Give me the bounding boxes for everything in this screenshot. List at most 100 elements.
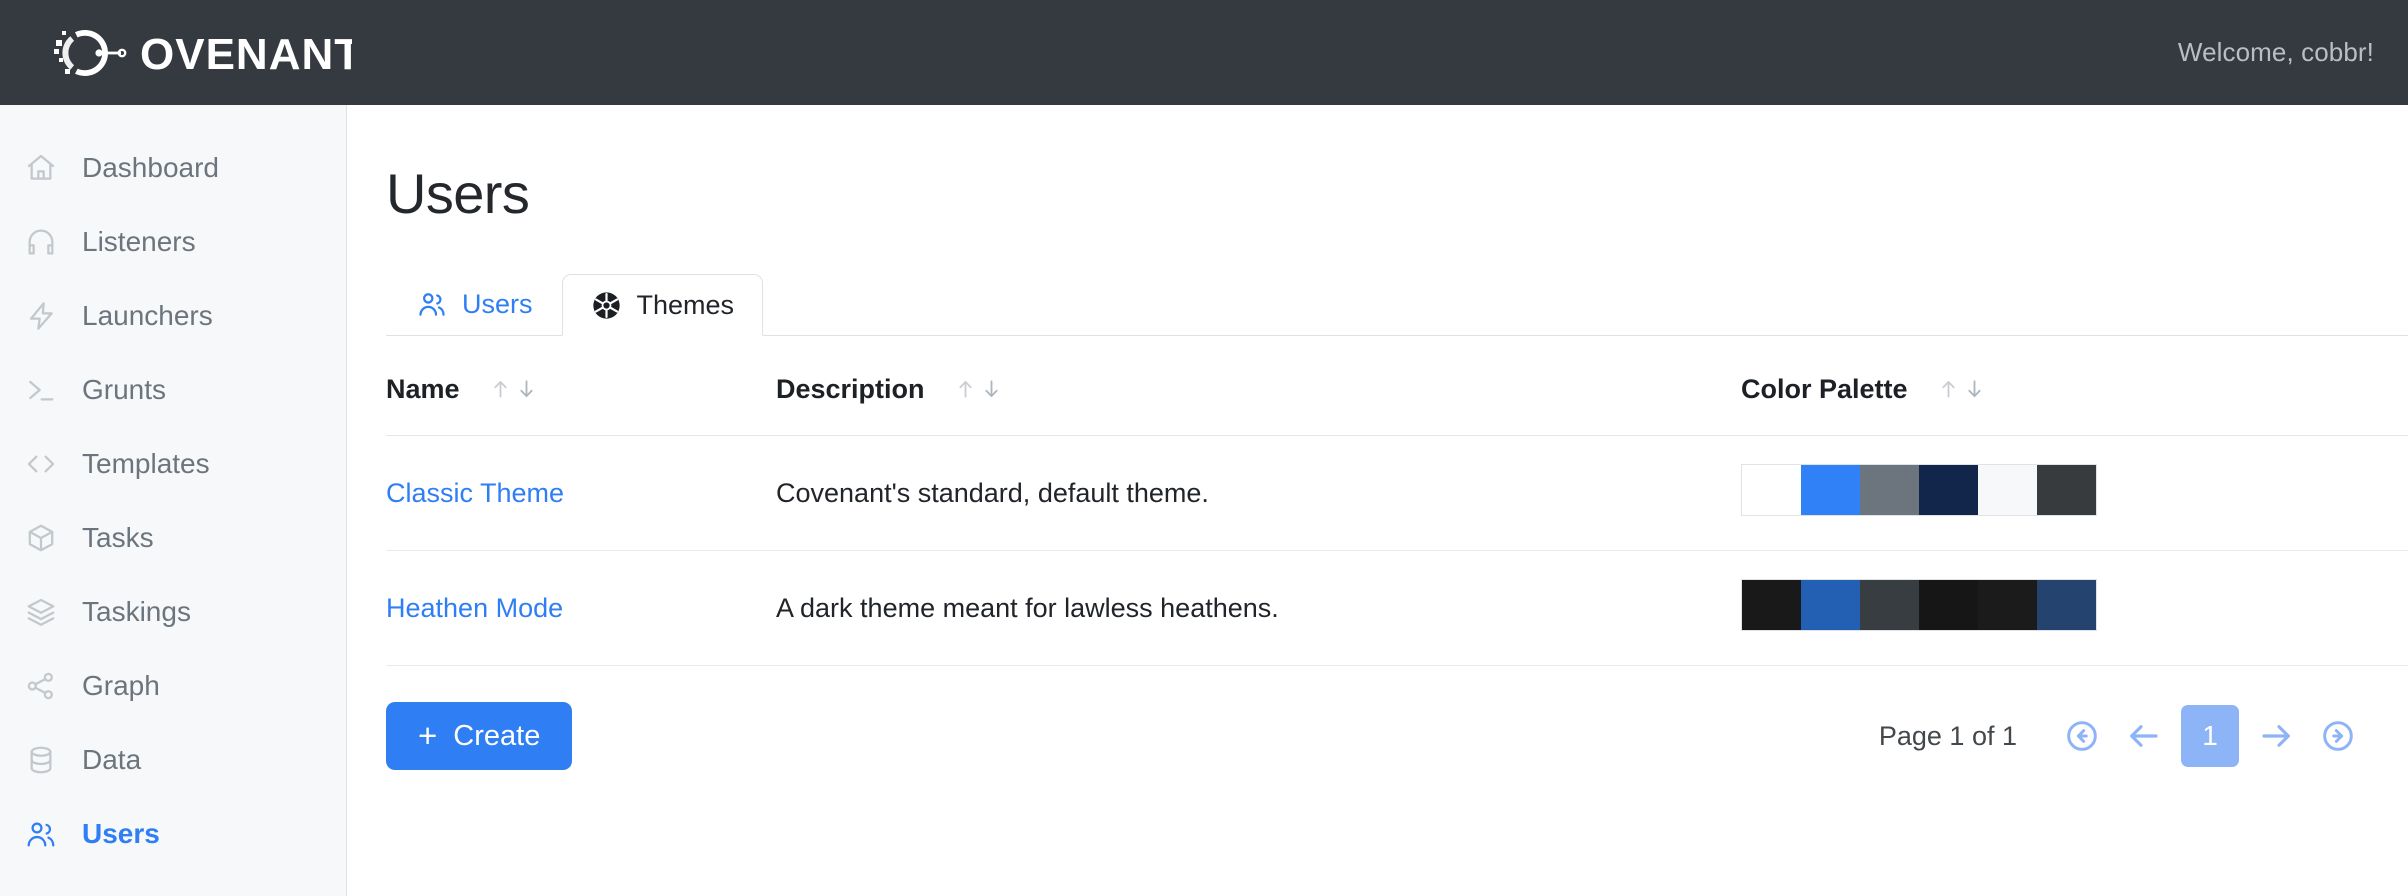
users-icon (416, 288, 448, 320)
sidebar-item-grunts[interactable]: Grunts (0, 353, 346, 427)
terminal-icon (22, 371, 60, 409)
sidebar: Dashboard Listeners Launchers Grunts Tem (0, 105, 347, 896)
column-header-label: Name (386, 374, 460, 404)
sidebar-item-templates[interactable]: Templates (0, 427, 346, 501)
table-row: Classic Theme Covenant's standard, defau… (386, 435, 2408, 551)
users-icon (22, 815, 60, 853)
theme-palette-cell (1741, 435, 2408, 551)
color-swatch (1742, 580, 1801, 630)
next-page-button[interactable] (2245, 705, 2307, 767)
sidebar-item-label: Taskings (82, 596, 191, 627)
covenant-logo-icon: OVENANT (54, 29, 352, 79)
color-swatch (1860, 580, 1919, 630)
pagination: Page 1 of 1 1 (1879, 705, 2369, 767)
previous-page-button[interactable] (2113, 705, 2175, 767)
sidebar-item-label: Dashboard (82, 152, 219, 183)
color-swatch (2037, 580, 2096, 630)
column-header-label: Color Palette (1741, 374, 1908, 404)
sidebar-item-graph[interactable]: Graph (0, 649, 346, 723)
tab-label: Users (462, 288, 533, 319)
box-icon (22, 519, 60, 557)
arrow-left-icon (2130, 725, 2158, 747)
column-header-color-palette: Color Palette (1741, 336, 2408, 436)
sidebar-item-label: Listeners (82, 226, 196, 257)
color-swatch (1801, 580, 1860, 630)
color-swatch (1978, 465, 2037, 515)
page-title: Users (386, 162, 530, 225)
color-swatch (1801, 465, 1860, 515)
plus-icon: + (418, 716, 438, 754)
sidebar-item-taskings[interactable]: Taskings (0, 575, 346, 649)
sidebar-item-label: Launchers (82, 300, 213, 331)
sidebar-item-label: Grunts (82, 374, 167, 405)
tab-users[interactable]: Users (387, 273, 562, 335)
home-icon (22, 149, 60, 187)
sort-descending-icon[interactable] (980, 376, 1003, 402)
layers-icon (22, 593, 60, 631)
sort-controls-description[interactable] (954, 376, 1003, 402)
theme-palette-cell (1741, 550, 2408, 666)
create-button-label: Create (453, 719, 541, 752)
themes-table: Name Description Color Palette Classic T… (386, 336, 2408, 666)
sidebar-item-dashboard[interactable]: Dashboard (0, 131, 346, 205)
color-swatch (1919, 580, 1978, 630)
welcome-message: Welcome, cobbr! (2177, 37, 2374, 67)
create-button[interactable]: + Create (386, 702, 573, 770)
theme-description-cell: A dark theme meant for lawless heathens. (776, 550, 1741, 666)
aperture-icon (591, 289, 623, 321)
theme-name-cell: Heathen Mode (386, 550, 776, 666)
circle-arrow-left-icon (2067, 721, 2097, 751)
table-header-row: Name Description Color Palette (386, 336, 2408, 436)
column-header-label: Description (776, 374, 925, 404)
database-icon (22, 741, 60, 779)
arrow-right-icon (2262, 725, 2290, 747)
color-swatch (1978, 580, 2037, 630)
table-footer: + Create Page 1 of 1 1 (386, 702, 2408, 770)
theme-description-cell: Covenant's standard, default theme. (776, 435, 1741, 551)
sort-ascending-icon[interactable] (1937, 376, 1960, 402)
color-swatch (1742, 465, 1801, 515)
sort-ascending-icon[interactable] (954, 376, 977, 402)
theme-name-cell: Classic Theme (386, 435, 776, 551)
bolt-icon (22, 297, 60, 335)
headphones-icon (22, 223, 60, 261)
tab-bar: Users Themes (386, 274, 2408, 336)
theme-name-link[interactable]: Heathen Mode (386, 593, 563, 623)
sidebar-item-tasks[interactable]: Tasks (0, 501, 346, 575)
sort-descending-icon[interactable] (1963, 376, 1986, 402)
sidebar-item-label: Graph (82, 670, 160, 701)
sidebar-item-label: Tasks (82, 522, 154, 553)
sort-descending-icon[interactable] (515, 376, 538, 402)
brand-text: OVENANT (140, 30, 352, 79)
color-swatch (1919, 465, 1978, 515)
first-page-button[interactable] (2051, 705, 2113, 767)
sidebar-item-label: Data (82, 744, 142, 775)
sidebar-item-users[interactable]: Users (0, 797, 346, 871)
column-header-description: Description (776, 336, 1741, 436)
table-row: Heathen Mode A dark theme meant for lawl… (386, 550, 2408, 666)
sidebar-item-launchers[interactable]: Launchers (0, 279, 346, 353)
top-bar: OVENANT Welcome, cobbr! (0, 0, 2408, 105)
code-icon (22, 445, 60, 483)
color-palette-swatches (1741, 579, 2097, 631)
main-content: Users Users Themes Name Description Colo… (347, 105, 2408, 896)
sort-controls-color-palette[interactable] (1937, 376, 1986, 402)
color-swatch (2037, 465, 2096, 515)
sort-ascending-icon[interactable] (489, 376, 512, 402)
column-header-name: Name (386, 336, 776, 436)
sort-controls-name[interactable] (489, 376, 538, 402)
sidebar-item-data[interactable]: Data (0, 723, 346, 797)
brand-logo-link[interactable]: OVENANT (52, 22, 352, 84)
tab-label: Themes (636, 289, 735, 320)
last-page-button[interactable] (2307, 705, 2369, 767)
sidebar-item-label: Users (82, 818, 160, 849)
pagination-label: Page 1 of 1 (1878, 720, 2017, 751)
theme-name-link[interactable]: Classic Theme (386, 478, 564, 508)
sidebar-item-listeners[interactable]: Listeners (0, 205, 346, 279)
page-number-button[interactable]: 1 (2181, 705, 2239, 767)
sidebar-item-label: Templates (82, 448, 210, 479)
color-palette-swatches (1741, 464, 2097, 516)
color-swatch (1860, 465, 1919, 515)
tab-themes[interactable]: Themes (561, 274, 764, 336)
share-icon (22, 667, 60, 705)
